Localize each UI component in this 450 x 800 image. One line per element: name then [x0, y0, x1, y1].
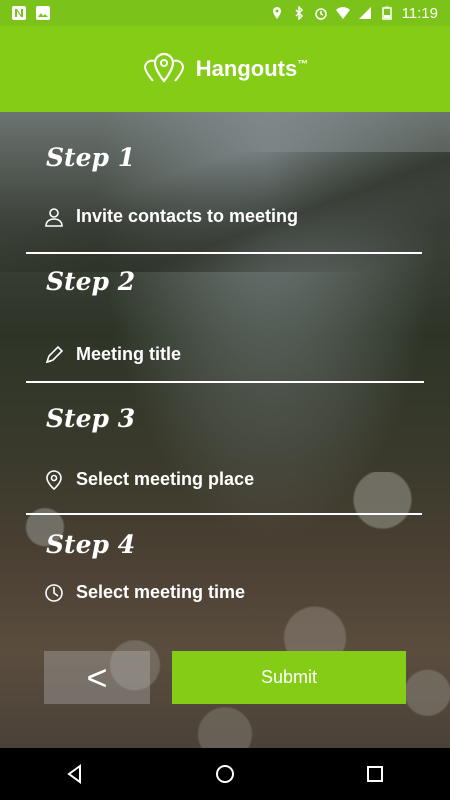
- step-3-title: Step 3: [46, 404, 136, 433]
- submit-button[interactable]: Submit: [172, 651, 406, 704]
- location-icon: [272, 7, 281, 19]
- system-nav-bar: [0, 748, 450, 800]
- back-chevron-icon: <: [86, 656, 108, 698]
- status-left-icons: [12, 6, 50, 20]
- image-icon: [36, 6, 50, 20]
- back-triangle-icon[interactable]: [65, 764, 85, 784]
- app-header: Hangouts™: [0, 26, 450, 112]
- meeting-time-label: Select meeting time: [76, 582, 246, 602]
- step-2-title: Step 2: [46, 267, 136, 296]
- step-4-title: Step 4: [46, 530, 136, 559]
- meeting-title-field[interactable]: Meeting title: [44, 344, 181, 365]
- n-notification-icon: [12, 6, 26, 20]
- meeting-title-label: Meeting title: [76, 344, 182, 364]
- divider: [26, 513, 422, 515]
- meeting-place-label: Select meeting place: [76, 469, 255, 489]
- pencil-icon: [45, 345, 64, 363]
- invite-contacts-label: Invite contacts to meeting: [76, 206, 299, 226]
- person-icon: [45, 207, 63, 227]
- divider: [26, 252, 422, 254]
- step-1-title: Step 1: [46, 143, 136, 172]
- invite-contacts-field[interactable]: Invite contacts to meeting: [44, 206, 298, 227]
- app-title: Hangouts™: [195, 56, 309, 81]
- bluetooth-icon: [295, 6, 303, 20]
- status-time: 11:19: [401, 4, 438, 22]
- alarm-icon: [314, 8, 327, 20]
- signal-icon: [358, 7, 371, 19]
- meeting-time-field[interactable]: Select meeting time: [44, 582, 245, 603]
- status-right-icons: 11:19: [270, 5, 438, 22]
- back-button[interactable]: <: [44, 651, 150, 704]
- brand: Hangouts™: [142, 51, 308, 87]
- battery-icon: [381, 6, 392, 20]
- home-circle-icon[interactable]: [215, 764, 235, 784]
- meeting-place-field[interactable]: Select meeting place: [44, 469, 254, 490]
- status-bar: 11:19: [0, 0, 450, 26]
- location-pin-icon: [46, 469, 62, 490]
- location-pins-icon: [143, 52, 184, 83]
- recents-square-icon[interactable]: [365, 764, 385, 784]
- wifi-icon: [335, 7, 350, 19]
- divider: [26, 381, 424, 383]
- clock-icon: [45, 583, 63, 602]
